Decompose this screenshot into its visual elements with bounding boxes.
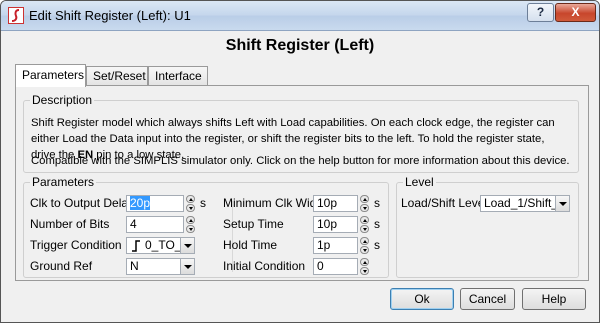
initial-condition-label: Initial Condition: [223, 259, 306, 273]
level-group: Level Load/Shift Level Load_1/Shift_0: [396, 175, 579, 278]
chevron-down-icon: [555, 196, 569, 211]
num-bits-input[interactable]: 4: [126, 216, 184, 233]
hold-time-label: Hold Time: [223, 238, 278, 252]
compatibility-note: Compatible with the SIMPLIS simulator on…: [31, 155, 570, 167]
ok-button[interactable]: Ok: [390, 288, 454, 310]
load-shift-level-select[interactable]: Load_1/Shift_0: [480, 195, 570, 212]
dialog-heading: Shift Register (Left): [225, 37, 375, 54]
trigger-condition-select[interactable]: 0_TO_1: [126, 237, 195, 254]
title-help-button[interactable]: ?: [527, 3, 554, 22]
chevron-down-icon: [180, 238, 194, 253]
clk-delay-unit: s: [200, 196, 206, 210]
chevron-down-icon: [180, 259, 194, 274]
setup-time-label: Setup Time: [223, 217, 284, 231]
num-bits-spinner[interactable]: [186, 216, 195, 233]
min-clk-width-spinner[interactable]: [360, 195, 369, 212]
close-button[interactable]: X: [555, 3, 596, 22]
hold-time-input[interactable]: 1p: [313, 237, 358, 254]
setup-time-unit: s: [374, 217, 380, 231]
description-group-label: Description: [30, 93, 95, 107]
initial-condition-spinner[interactable]: [360, 258, 369, 275]
initial-condition-input[interactable]: 0: [313, 258, 358, 275]
ground-ref-label: Ground Ref: [30, 259, 93, 273]
ground-ref-select[interactable]: N: [126, 258, 195, 275]
title-bar[interactable]: Edit Shift Register (Left): U1 ? X: [1, 1, 599, 31]
hold-time-unit: s: [374, 238, 380, 252]
parameters-group: Parameters Clk to Output Delay 20p s Num…: [23, 175, 389, 278]
setup-time-spinner[interactable]: [360, 216, 369, 233]
tab-parameters[interactable]: Parameters: [15, 64, 86, 87]
clk-delay-label: Clk to Output Delay: [30, 196, 135, 210]
description-group: Description Shift Register model which a…: [23, 93, 579, 173]
clk-delay-input[interactable]: 20p: [126, 195, 184, 212]
min-clk-width-input[interactable]: 10p: [313, 195, 358, 212]
window-title: Edit Shift Register (Left): U1: [29, 8, 191, 23]
help-button[interactable]: Help: [522, 288, 586, 310]
cancel-button[interactable]: Cancel: [460, 288, 515, 310]
parameters-group-label: Parameters: [30, 175, 97, 189]
tab-panel-parameters: Description Shift Register model which a…: [15, 85, 589, 281]
load-shift-level-label: Load/Shift Level: [401, 196, 488, 210]
hold-time-spinner[interactable]: [360, 237, 369, 254]
min-clk-width-unit: s: [374, 196, 380, 210]
num-bits-label: Number of Bits: [30, 217, 110, 231]
setup-time-input[interactable]: 10p: [313, 216, 358, 233]
simetrix-app-icon: [8, 7, 24, 24]
trigger-condition-label: Trigger Condition: [30, 238, 122, 252]
tab-set-reset[interactable]: Set/Reset: [86, 66, 148, 86]
min-clk-width-label: Minimum Clk Width: [223, 196, 327, 210]
tab-interface[interactable]: Interface: [148, 66, 208, 86]
dialog-window: Edit Shift Register (Left): U1 ? X Shift…: [0, 0, 600, 323]
clk-delay-spinner[interactable]: [186, 195, 195, 212]
level-group-label: Level: [403, 175, 436, 189]
rising-edge-icon: [132, 240, 140, 252]
